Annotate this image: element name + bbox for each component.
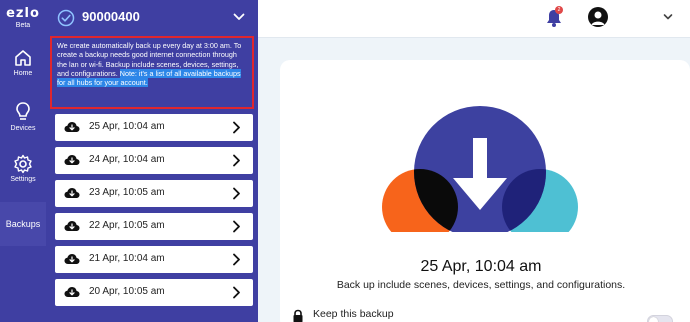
cloud-download-icon (64, 188, 80, 198)
backup-detail-date: 25 Apr, 10:04 am (420, 258, 542, 275)
chevron-right-icon (233, 220, 240, 233)
keep-backup-toggle[interactable] (647, 315, 673, 322)
lock-icon (293, 309, 303, 322)
backup-date: 24 Apr, 10:04 am (89, 154, 165, 165)
backup-date: 23 Apr, 10:05 am (89, 187, 165, 198)
cloud-backup-illustration (382, 106, 578, 232)
nav-settings[interactable]: Settings (0, 154, 46, 183)
nav-settings-label: Settings (10, 176, 36, 183)
backup-date: 25 Apr, 10:04 am (89, 121, 165, 132)
cloud-download-icon (64, 287, 80, 297)
top-bar: 2 (258, 0, 690, 38)
backup-list-item[interactable]: 20 Apr, 10:05 am (55, 279, 253, 306)
backup-list-item[interactable]: 25 Apr, 10:04 am (55, 114, 253, 141)
notification-badge: 2 (555, 6, 563, 14)
chevron-down-icon[interactable] (233, 12, 245, 22)
lightbulb-icon (16, 102, 30, 120)
toggle-knob (649, 317, 658, 322)
backup-date: 20 Apr, 10:05 am (89, 286, 165, 297)
nav-devices[interactable]: Devices (0, 101, 46, 132)
chevron-right-icon (233, 286, 240, 299)
backup-list-item[interactable]: 24 Apr, 10:04 am (55, 147, 253, 174)
cloud-download-icon (64, 221, 80, 231)
nav-home-label: Home (13, 70, 33, 77)
gear-icon (14, 154, 32, 174)
cloud-download-icon (64, 254, 80, 264)
ezlo-logo[interactable]: ezlo Beta (5, 6, 41, 29)
hub-selector[interactable]: 90000400 (46, 0, 258, 36)
backup-info-box: We create automatically back up every da… (50, 36, 254, 109)
beta-label: Beta (15, 22, 31, 29)
backup-list-panel: 90000400 We create automatically back up… (46, 0, 258, 322)
keep-backup-label: Keep this backup (313, 308, 394, 320)
chevron-right-icon (233, 253, 240, 266)
backup-date: 21 Apr, 10:04 am (89, 253, 165, 264)
backup-list-item[interactable]: 23 Apr, 10:05 am (55, 180, 253, 207)
backup-list-item[interactable]: 21 Apr, 10:04 am (55, 246, 253, 273)
logo-text: ezlo (6, 6, 40, 21)
home-icon (15, 50, 31, 66)
chevron-down-icon[interactable] (663, 13, 673, 21)
nav-backups[interactable]: Backups (0, 202, 46, 246)
check-circle-icon (57, 9, 75, 27)
chevron-right-icon (233, 121, 240, 134)
nav-devices-label: Devices (10, 125, 36, 132)
backup-list-item[interactable]: 22 Apr, 10:05 am (55, 213, 253, 240)
chevron-right-icon (233, 154, 240, 167)
user-icon (591, 11, 605, 25)
left-nav-rail: ezlo Beta Home Devices Settings Backups (0, 0, 46, 322)
backup-date: 22 Apr, 10:05 am (89, 220, 165, 231)
chevron-right-icon (233, 187, 240, 200)
backup-detail-description: Back up include scenes, devices, setting… (336, 279, 626, 291)
hub-id: 90000400 (82, 9, 140, 24)
backup-detail-card: 25 Apr, 10:04 am Back up include scenes,… (280, 60, 690, 322)
avatar[interactable] (588, 7, 608, 27)
nav-home[interactable]: Home (0, 48, 46, 77)
cloud-download-icon (64, 155, 80, 165)
cloud-download-icon (64, 122, 80, 132)
